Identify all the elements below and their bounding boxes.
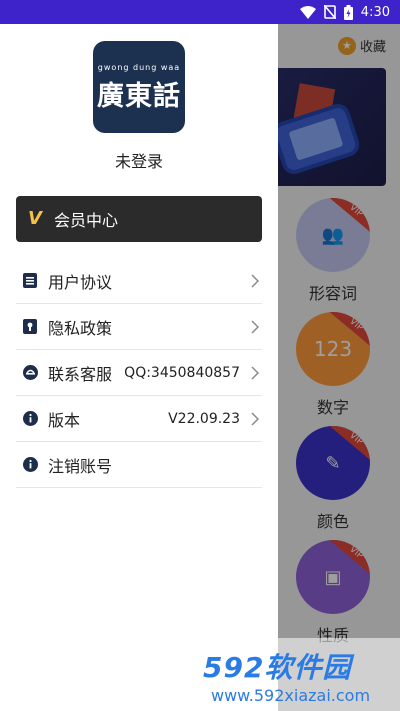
- chevron-right-icon: [248, 365, 262, 380]
- navigation-drawer: gwong dung waa 廣東話 未登录 V 会员中心 用户协议 隐私政策: [0, 24, 278, 711]
- menu-item-label: 注销账号: [48, 456, 113, 476]
- menu-item-value: V22.09.23: [168, 410, 240, 427]
- drawer-menu: 用户协议 隐私政策 联系客服 QQ:3450840857 版本 V22.09.2…: [16, 258, 262, 488]
- watermark-brand: 592软件园: [203, 651, 352, 684]
- menu-item-label: 隐私政策: [48, 318, 113, 338]
- lock-icon: [22, 319, 38, 335]
- menu-item-contact-support[interactable]: 联系客服 QQ:3450840857: [16, 350, 262, 396]
- menu-item-user-agreement[interactable]: 用户协议: [16, 258, 262, 304]
- menu-item-label: 联系客服: [48, 364, 113, 384]
- watermark-url: www.592xiazai.com: [211, 686, 371, 705]
- menu-item-value: QQ:3450840857: [124, 364, 240, 381]
- chevron-right-icon: [248, 273, 262, 288]
- no-sim-icon: [323, 5, 336, 19]
- menu-item-delete-account[interactable]: 注销账号: [16, 442, 262, 488]
- watermark: 592软件园 www.592xiazai.com: [197, 638, 400, 711]
- status-bar: 4:30: [0, 0, 400, 24]
- status-time: 4:30: [360, 4, 390, 20]
- username[interactable]: 未登录: [0, 148, 278, 172]
- menu-item-privacy-policy[interactable]: 隐私政策: [16, 304, 262, 350]
- menu-item-label: 用户协议: [48, 272, 113, 292]
- menu-item-label: 版本: [48, 410, 81, 430]
- info-icon: [22, 411, 38, 427]
- app-logo: gwong dung waa 廣東話: [93, 41, 185, 133]
- vip-v-icon: V: [28, 208, 42, 229]
- member-center-label: 会员中心: [54, 211, 119, 230]
- document-icon: [22, 273, 38, 289]
- drawer-scrim[interactable]: [278, 24, 400, 711]
- service-icon: [22, 365, 38, 381]
- chevron-right-icon: [248, 319, 262, 334]
- battery-icon: [343, 4, 353, 20]
- info-icon: [22, 457, 38, 473]
- chevron-right-icon: [248, 411, 262, 426]
- member-center-button[interactable]: V 会员中心: [16, 196, 262, 242]
- logo-subtitle: gwong dung waa: [97, 63, 181, 72]
- logo-title: 廣東話: [97, 81, 181, 112]
- menu-item-version[interactable]: 版本 V22.09.23: [16, 396, 262, 442]
- wifi-icon: [299, 5, 316, 19]
